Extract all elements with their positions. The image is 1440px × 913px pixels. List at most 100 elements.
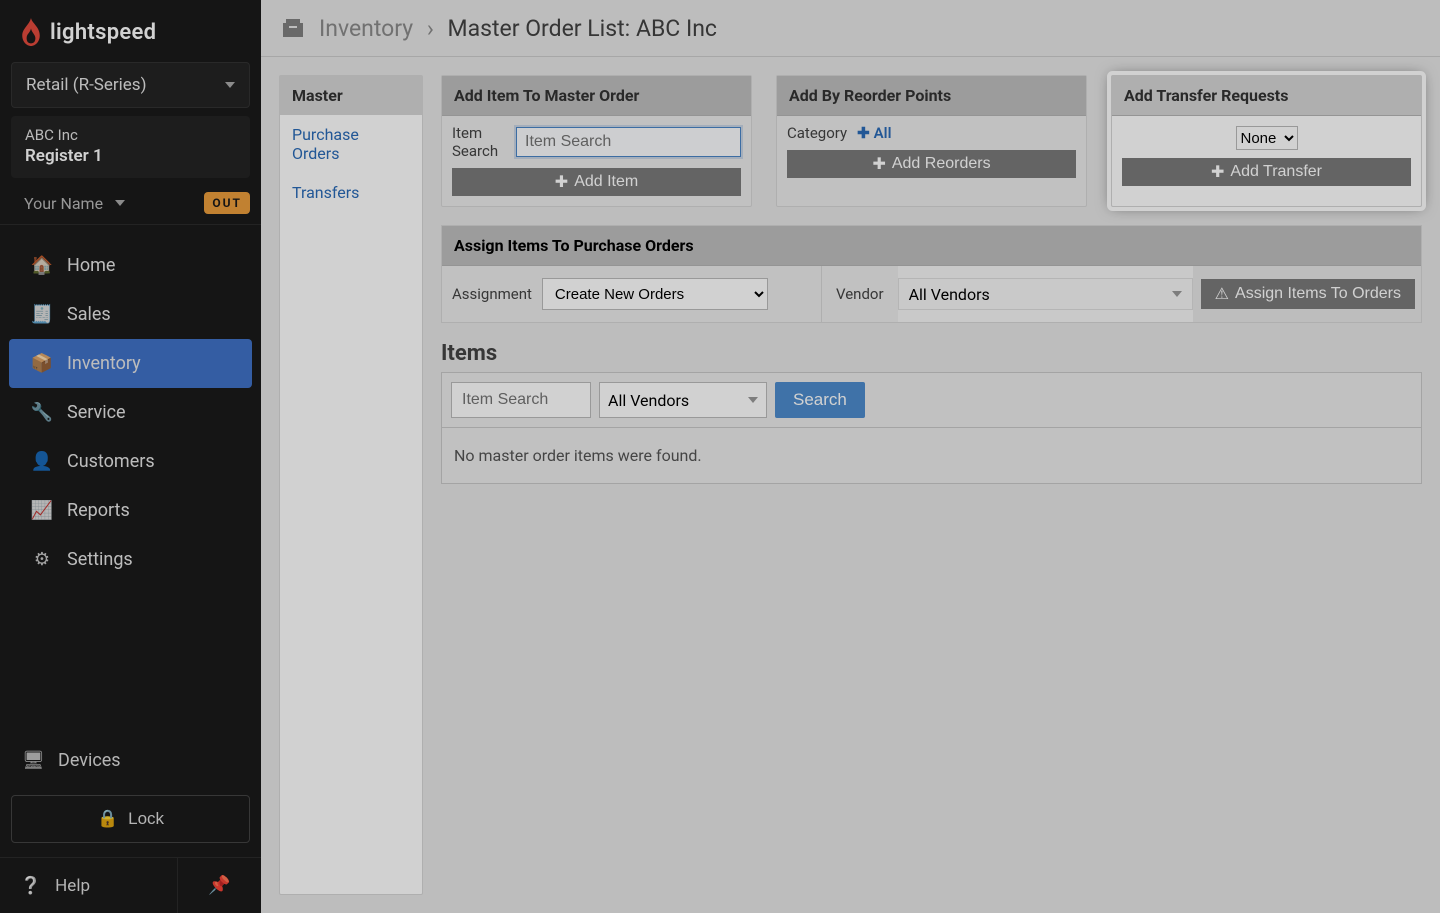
chevron-down-icon (115, 200, 125, 206)
sub-nav-purchase-orders[interactable]: Purchase Orders (280, 115, 422, 173)
nav-inventory[interactable]: 📦Inventory (9, 339, 252, 388)
sidebar: lightspeed Retail (R-Series) ABC Inc Reg… (0, 0, 261, 913)
chevron-down-icon (1172, 291, 1182, 297)
items-vendor-select[interactable]: All Vendors (599, 382, 767, 418)
items-title: Items (441, 341, 1422, 366)
button-label: Add Reorders (892, 155, 991, 173)
nav-reports[interactable]: 📈 Reports (9, 486, 252, 535)
assign-items-button[interactable]: ⚠ Assign Items To Orders (1201, 279, 1415, 309)
assign-card: Assign Items To Purchase Orders Assignme… (441, 225, 1422, 323)
card-title: Add Item To Master Order (442, 76, 751, 116)
add-transfer-button[interactable]: ✚Add Transfer (1122, 158, 1411, 186)
breadcrumb-section[interactable]: Inventory (319, 15, 413, 42)
items-search-input[interactable] (451, 382, 591, 418)
card-reorder: Add By Reorder Points Category ✚All ✚Add… (776, 75, 1087, 207)
items-search-row: All Vendors Search (441, 372, 1422, 428)
category-all-link[interactable]: ✚All (857, 124, 891, 142)
button-label: Add Item (574, 173, 638, 191)
all-label: All (874, 124, 892, 142)
main-area: Inventory › Master Order List: ABC Inc M… (261, 0, 1440, 913)
lock-icon: 🔒 (97, 809, 118, 829)
button-label: Assign Items To Orders (1235, 285, 1401, 303)
breadcrumb-page: Master Order List: (448, 15, 631, 42)
chevron-down-icon (748, 397, 758, 403)
pin-button[interactable]: 📌 (177, 858, 261, 913)
plus-icon: ✚ (872, 154, 885, 174)
items-block: Items All Vendors Search No master order… (441, 341, 1422, 484)
user-menu[interactable]: Your Name (24, 194, 125, 213)
cards-row: Add Item To Master Order Item Search ✚Ad… (441, 75, 1422, 207)
user-icon: 👤 (31, 452, 53, 472)
add-reorders-button[interactable]: ✚ Add Reorders (787, 150, 1076, 178)
nav-label: Service (67, 402, 126, 423)
inventory-icon (283, 19, 303, 37)
chart-icon: 📈 (31, 501, 53, 521)
chevron-down-icon (225, 82, 235, 88)
vendor-value: All Vendors (909, 285, 990, 304)
register-name: Register 1 (25, 146, 236, 166)
nav-devices[interactable]: 🖥 Devices (0, 736, 261, 785)
register-box[interactable]: ABC Inc Register 1 (11, 116, 250, 178)
nav-settings[interactable]: ⚙ Settings (9, 535, 252, 584)
wrench-icon: 🔧 (31, 403, 53, 423)
nav-label: Settings (67, 549, 133, 570)
flame-icon (20, 18, 42, 46)
plus-icon: ✚ (857, 124, 870, 142)
plus-icon: ✚ (1211, 162, 1224, 182)
card-title: Add By Reorder Points (777, 76, 1086, 116)
lock-label: Lock (128, 809, 164, 829)
plus-icon: ✚ (555, 172, 568, 192)
assign-title: Assign Items To Purchase Orders (442, 226, 1421, 266)
brand-name: lightspeed (50, 20, 156, 45)
card-transfer: Add Transfer Requests None ✚Add Transfer (1111, 75, 1422, 207)
company-name: ABC Inc (25, 126, 236, 144)
items-empty-message: No master order items were found. (441, 428, 1422, 484)
user-name-label: Your Name (24, 194, 103, 213)
content: Master Purchase Orders Transfers Add Ite… (261, 57, 1440, 913)
nav-label: Home (67, 255, 115, 276)
sub-nav-active[interactable]: Master (280, 76, 422, 115)
nav-label: Sales (67, 304, 111, 325)
clock-out-badge[interactable]: OUT (204, 192, 250, 214)
lock-button[interactable]: 🔒 Lock (11, 795, 250, 843)
vendor-value: All Vendors (608, 391, 689, 410)
card-title: Add Transfer Requests (1112, 76, 1421, 116)
nav-customers[interactable]: 👤Customers (9, 437, 252, 486)
home-icon: 🏠 (31, 256, 53, 276)
breadcrumb-entity: ABC Inc (636, 15, 717, 42)
topbar: Inventory › Master Order List: ABC Inc (261, 0, 1440, 57)
transfer-select[interactable]: None (1236, 126, 1298, 150)
breadcrumb: Inventory › Master Order List: ABC Inc (319, 15, 717, 42)
chevron-right-icon: › (427, 15, 434, 42)
warning-icon: ⚠ (1215, 284, 1229, 304)
main-nav: 🏠 Home 🧾 Sales 📦Inventory 🔧 Service 👤Custom… (0, 233, 261, 592)
product-selector[interactable]: Retail (R-Series) (11, 62, 250, 108)
assignment-label: Assignment (452, 285, 532, 303)
nav-label: Reports (67, 500, 130, 521)
category-label: Category (787, 124, 847, 142)
vendor-select[interactable]: All Vendors (898, 278, 1193, 310)
help-icon: ❔ (20, 876, 41, 896)
item-search-input[interactable] (516, 127, 741, 157)
boxes-icon: 📦 (31, 354, 53, 374)
sub-nav-transfers[interactable]: Transfers (280, 173, 422, 212)
nav-sales[interactable]: 🧾 Sales (9, 290, 252, 339)
sub-nav-panel: Master Purchase Orders Transfers (279, 75, 423, 895)
help-button[interactable]: ❔ Help (0, 858, 177, 913)
assignment-select[interactable]: Create New Orders (542, 278, 768, 310)
cash-register-icon: 🧾 (31, 305, 53, 325)
gear-icon: ⚙ (31, 550, 53, 570)
add-item-button[interactable]: ✚ Add Item (452, 168, 741, 196)
nav-service[interactable]: 🔧 Service (9, 388, 252, 437)
nav-home[interactable]: 🏠 Home (9, 241, 252, 290)
brand-logo-row: lightspeed (0, 0, 261, 62)
nav-label: Devices (58, 750, 121, 771)
help-label: Help (55, 876, 90, 896)
user-row: Your Name OUT (0, 186, 261, 225)
vendor-label: Vendor (822, 266, 898, 322)
card-add-item: Add Item To Master Order Item Search ✚ Ad… (441, 75, 752, 207)
items-search-button[interactable]: Search (775, 382, 865, 418)
bottom-bar: ❔ Help 📌 (0, 857, 261, 913)
item-search-label: Item Search (452, 124, 506, 160)
assignment-cell: Assignment Create New Orders (442, 266, 822, 322)
